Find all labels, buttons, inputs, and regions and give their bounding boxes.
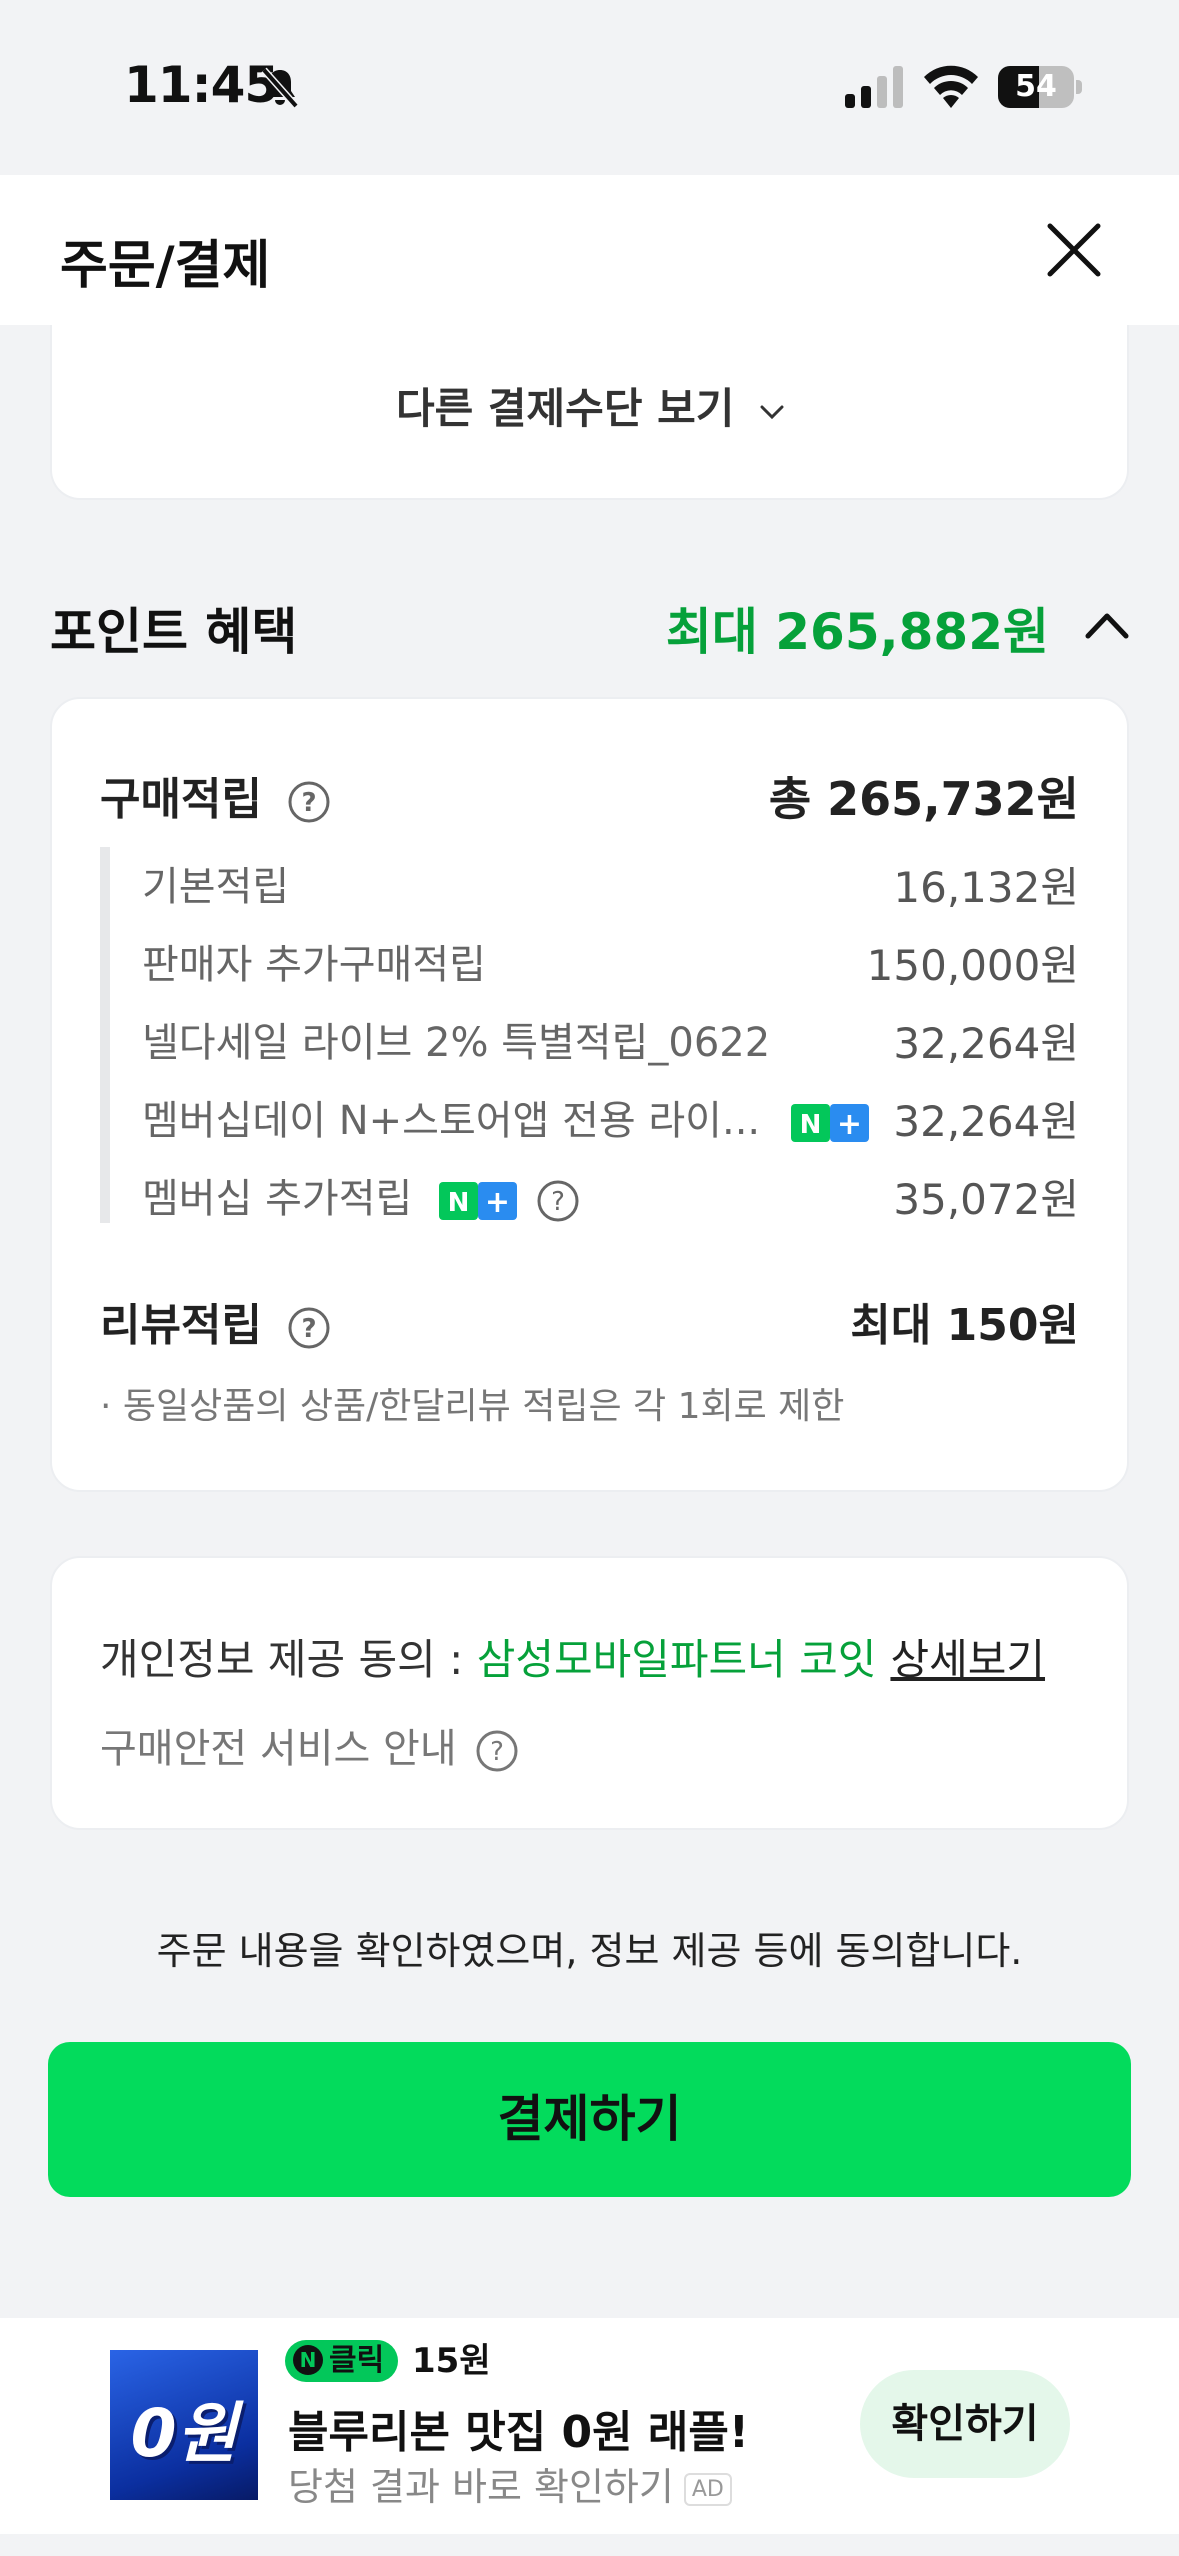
- purchase-points-total: 총 265,732원: [768, 772, 1079, 826]
- svg-text:?: ?: [490, 1737, 504, 1767]
- points-section-title: 포인트 혜택: [50, 603, 298, 661]
- wifi-icon: [924, 65, 978, 108]
- privacy-consent-prefix: 개인정보 제공 동의 :: [100, 1635, 477, 1684]
- points-max-value: 최대 265,882원: [665, 603, 1049, 661]
- membership-extra-points-label: 멤버십 추가적립: [142, 1176, 413, 1222]
- close-icon[interactable]: [1044, 220, 1104, 280]
- bottom-safe-area: [0, 2534, 1179, 2556]
- divider: [100, 847, 110, 1223]
- seller-name: 삼성모바일파트너 코잇: [476, 1635, 877, 1684]
- privacy-consent-line: 개인정보 제공 동의 : 삼성모바일파트너 코잇 상세보기: [100, 1626, 1045, 1687]
- svg-text:N: N: [799, 1110, 821, 1140]
- ad-thumbnail-text: 0원: [130, 2395, 238, 2472]
- ad-badge-label: 클릭: [329, 2343, 385, 2378]
- safe-purchase-info[interactable]: 구매안전 서비스 안내 ?: [100, 1716, 519, 1774]
- help-icon[interactable]: ?: [287, 1306, 331, 1350]
- battery-icon: 54: [998, 66, 1082, 108]
- ad-subtitle: 당첨 결과 바로 확인하기: [288, 2465, 674, 2509]
- basic-points-value: 16,132원: [893, 863, 1079, 912]
- basic-points-label: 기본적립: [142, 864, 290, 910]
- page-header: 주문/결제: [0, 175, 1179, 325]
- seller-points-label: 판매자 추가구매적립: [142, 942, 486, 988]
- help-icon[interactable]: ?: [475, 1729, 519, 1773]
- chevron-up-icon[interactable]: [1082, 600, 1132, 650]
- purchase-points-row: 구매적립 ?: [100, 763, 331, 827]
- other-payment-methods-label: 다른 결제수단 보기: [396, 384, 735, 433]
- membership-extra-points-row: 멤버십 추가적립 N + ?: [142, 1166, 580, 1224]
- ad-subtitle-row: 당첨 결과 바로 확인하기 AD: [288, 2456, 732, 2511]
- seller-points-value: 150,000원: [866, 941, 1079, 990]
- svg-text:N: N: [448, 1188, 470, 1218]
- membership-extra-points-value: 35,072원: [893, 1175, 1079, 1224]
- svg-text:+: +: [837, 1107, 862, 1142]
- ad-confirm-button[interactable]: 확인하기: [860, 2370, 1070, 2478]
- live-sale-points-label: 넬다세일 라이브 2% 특별적립_0622: [142, 1020, 771, 1066]
- ad-reward: 15원: [412, 2341, 491, 2381]
- cellular-signal-icon: [845, 66, 903, 108]
- ad-thumbnail: 0원: [110, 2350, 258, 2500]
- svg-text:+: +: [485, 1185, 510, 1220]
- battery-level: 54: [1015, 69, 1057, 104]
- status-bar: 11:45 54: [0, 0, 1179, 175]
- safe-purchase-label: 구매안전 서비스 안내: [100, 1726, 457, 1772]
- membership-day-points-row: 멤버십데이 N+스토어앱 전용 라이... N +: [142, 1088, 869, 1146]
- naver-plus-icon: N +: [439, 1182, 518, 1220]
- chevron-down-icon: [760, 405, 784, 419]
- svg-text:?: ?: [302, 1314, 317, 1344]
- payment-method-card: 다른 결제수단 보기: [50, 325, 1129, 500]
- help-icon[interactable]: ?: [287, 780, 331, 824]
- page-title: 주문/결제: [60, 236, 271, 296]
- ad-banner[interactable]: 0원 N 클릭 15원 블루리본 맛집 0원 래플! 당첨 결과 바로 확인하기 A…: [0, 2318, 1179, 2534]
- ad-click-badge: N 클릭: [285, 2340, 399, 2382]
- detail-link[interactable]: 상세보기: [890, 1635, 1045, 1684]
- agreement-text: 주문 내용을 확인하였으며, 정보 제공 등에 동의합니다.: [156, 1929, 1023, 1973]
- naver-plus-icon: N +: [790, 1104, 869, 1142]
- other-payment-methods-button[interactable]: 다른 결제수단 보기: [52, 375, 1131, 436]
- points-card: 구매적립 ? 총 265,732원 기본적립 16,132원 판매자 추가구매적…: [50, 697, 1129, 1492]
- review-points-row: 리뷰적립 ?: [100, 1289, 331, 1353]
- svg-text:?: ?: [551, 1187, 565, 1217]
- help-icon[interactable]: ?: [536, 1179, 580, 1223]
- review-points-note: · 동일상품의 상품/한달리뷰 적립은 각 1회로 제한: [100, 1386, 845, 1427]
- live-sale-points-value: 32,264원: [893, 1019, 1079, 1068]
- membership-day-points-label: 멤버십데이 N+스토어앱 전용 라이...: [142, 1098, 761, 1144]
- naver-pay-icon: N: [293, 2344, 323, 2375]
- bell-muted-icon: [261, 67, 299, 109]
- review-points-value: 최대 150원: [850, 1300, 1079, 1351]
- membership-day-points-value: 32,264원: [893, 1097, 1079, 1146]
- svg-text:?: ?: [302, 788, 317, 818]
- consent-card: 개인정보 제공 동의 : 삼성모바일파트너 코잇 상세보기 구매안전 서비스 안내…: [50, 1556, 1129, 1830]
- pay-button[interactable]: 결제하기: [48, 2042, 1131, 2197]
- ad-tag: AD: [683, 2473, 732, 2506]
- purchase-points-label: 구매적립: [100, 774, 262, 825]
- ad-title: 블루리본 맛집 0원 래플!: [288, 2407, 749, 2458]
- review-points-label: 리뷰적립: [100, 1300, 262, 1351]
